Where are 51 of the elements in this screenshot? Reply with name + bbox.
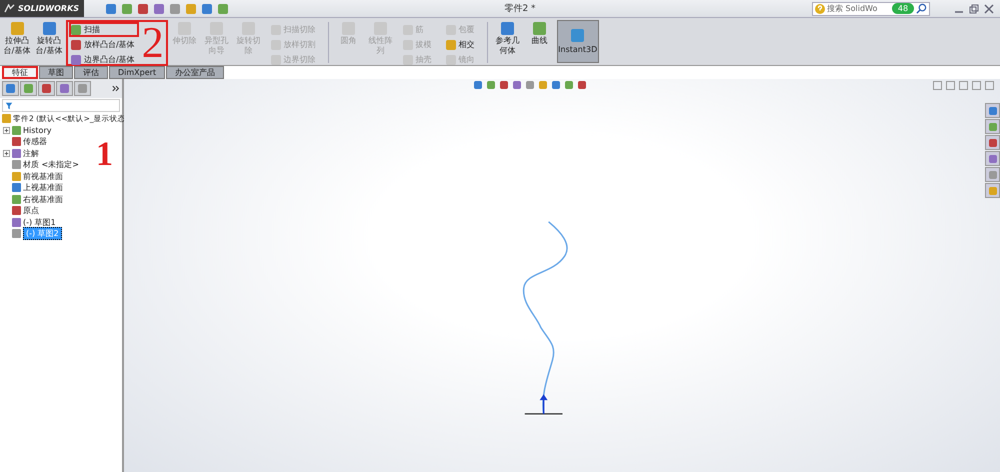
window-title: 零件2 *: [503, 2, 537, 15]
filter-field[interactable]: [2, 99, 120, 112]
ribbon-button[interactable]: 参考几何体: [492, 20, 523, 65]
task-pane-tab[interactable]: [985, 183, 1000, 198]
annotation-number: 1: [96, 141, 113, 168]
tree-item[interactable]: 上视基准面: [23, 182, 63, 194]
tree-item[interactable]: 注解: [23, 148, 39, 159]
tab[interactable]: 特征: [2, 66, 38, 79]
panel-tab[interactable]: [56, 81, 73, 96]
more-icon[interactable]: [112, 85, 120, 92]
task-pane-tab[interactable]: [985, 135, 1000, 150]
tree-item[interactable]: 传感器: [23, 136, 47, 148]
tree-item[interactable]: 前视基准面: [23, 170, 63, 182]
ribbon-button[interactable]: 拉伸凸台/基体: [2, 20, 32, 65]
part-icon: [2, 114, 11, 124]
panel-tab[interactable]: [74, 81, 91, 96]
panel-tab[interactable]: [2, 81, 19, 96]
search-icon[interactable]: [916, 3, 927, 14]
tab[interactable]: 评估: [74, 66, 108, 79]
filter-icon: [5, 102, 13, 110]
ribbon-button[interactable]: 扫描: [69, 22, 139, 37]
ribbon-button[interactable]: 曲线: [524, 20, 555, 65]
expand-icon[interactable]: [3, 150, 10, 157]
annotation-number: 2: [140, 25, 165, 61]
close-icon[interactable]: [984, 4, 994, 14]
instant3d-button[interactable]: Instant3D: [556, 20, 599, 63]
tree-item[interactable]: History: [23, 126, 52, 135]
sketch-curve[interactable]: [522, 221, 568, 414]
ribbon-button[interactable]: 旋转凸台/基体: [34, 20, 64, 65]
help-icon: [815, 4, 825, 14]
notification-badge: 48: [892, 3, 914, 14]
tab[interactable]: 草图: [39, 66, 73, 79]
ribbon-button[interactable]: 相交: [444, 37, 479, 52]
tab[interactable]: 办公室产品: [166, 66, 224, 79]
tree-item[interactable]: (-) 草图1: [23, 216, 56, 228]
tree-item[interactable]: 材质 <未指定>: [23, 159, 79, 170]
tree-item[interactable]: 原点: [23, 205, 39, 216]
task-pane-tab[interactable]: [985, 151, 1000, 166]
ribbon-button[interactable]: 边界凸台/基体: [69, 52, 139, 67]
task-pane-tab[interactable]: [985, 103, 1000, 118]
search-field[interactable]: 搜索 SolidWo: [827, 4, 890, 13]
panel-tab[interactable]: [20, 81, 37, 96]
task-pane-tab[interactable]: [985, 167, 1000, 182]
restore-icon[interactable]: [969, 4, 979, 14]
ribbon-button[interactable]: 放样凸台/基体: [69, 37, 139, 52]
app-logo: SOLIDWORKS: [0, 0, 84, 17]
tree-item[interactable]: 右视基准面: [23, 194, 63, 205]
tab[interactable]: DimXpert: [109, 66, 166, 79]
expand-icon[interactable]: [3, 126, 10, 134]
task-pane-tab[interactable]: [985, 119, 1000, 134]
panel-tab[interactable]: [38, 81, 55, 96]
